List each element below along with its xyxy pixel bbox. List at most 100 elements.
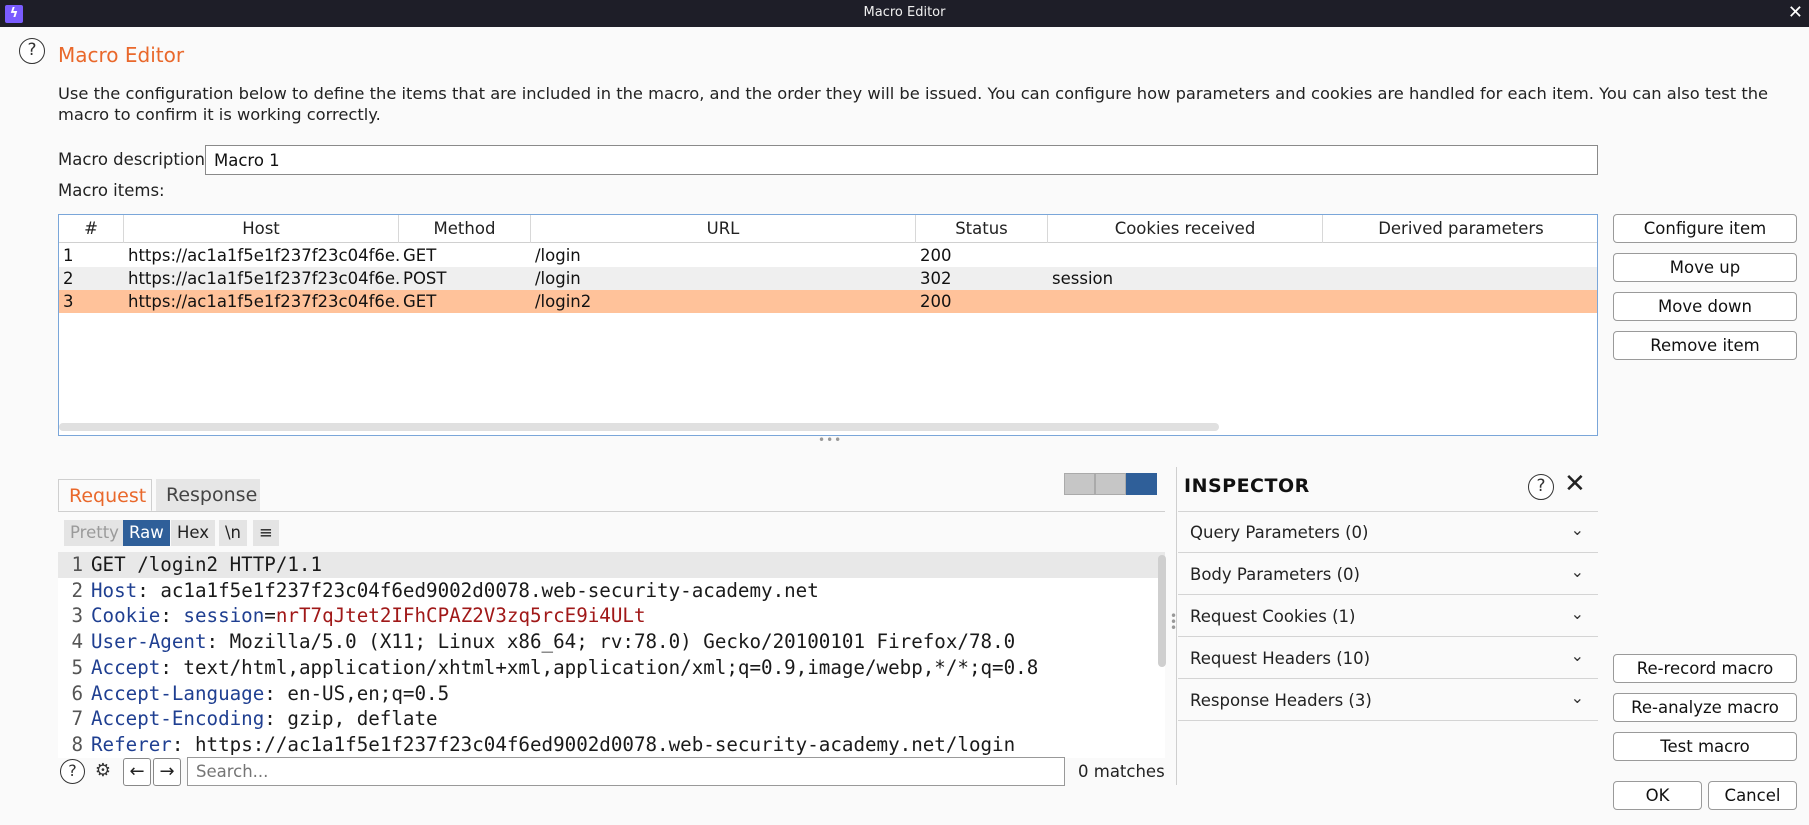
line-number: 7: [71, 707, 83, 731]
remove-item-button[interactable]: Remove item: [1613, 331, 1797, 360]
inspector-section-body-parameters[interactable]: Body Parameters (0) ⌄: [1178, 554, 1598, 595]
tab-request[interactable]: Request: [58, 479, 152, 512]
move-down-button[interactable]: Move down: [1613, 292, 1797, 321]
window-title: Macro Editor: [863, 5, 946, 20]
cell-url: /login: [535, 269, 581, 288]
header-key: Host: [91, 578, 138, 602]
editor-line: 3 Cookie: session=nrT7qJtet2IFhCPAZ2V3zq5…: [58, 603, 1165, 629]
search-input[interactable]: [187, 757, 1065, 786]
section-label: Request Cookies (1): [1190, 607, 1356, 626]
cell-cookies: [1048, 290, 1323, 313]
editor-vertical-scrollbar[interactable]: [1158, 555, 1166, 667]
move-up-button[interactable]: Move up: [1613, 253, 1797, 282]
section-label: Request Headers (10): [1190, 649, 1371, 668]
menu-icon[interactable]: ≡: [253, 520, 279, 546]
chevron-down-icon: ⌄: [1570, 646, 1584, 665]
header-key: Accept-Language: [91, 681, 265, 705]
table-row[interactable]: 2 https://ac1a1f5e1f237f23c04f6e... POST…: [59, 267, 1597, 290]
header-key: Accept-Encoding: [91, 707, 265, 731]
table-header: # Host Method URL Status Cookies receive…: [59, 215, 1597, 243]
macro-items-table[interactable]: # Host Method URL Status Cookies receive…: [58, 214, 1598, 436]
configure-item-button[interactable]: Configure item: [1613, 214, 1797, 243]
column-header-cookies-received[interactable]: Cookies received: [1048, 215, 1323, 243]
reanalyze-macro-button[interactable]: Re-analyze macro: [1613, 693, 1797, 722]
header-value: gzip, deflate: [287, 707, 438, 731]
ok-button[interactable]: OK: [1613, 781, 1702, 810]
line-number: 4: [71, 630, 83, 654]
header-key: User-Agent: [91, 630, 207, 654]
rerecord-macro-button[interactable]: Re-record macro: [1613, 654, 1797, 683]
header-value: text/html,application/xhtml+xml,applicat…: [183, 655, 1039, 679]
cell-status: 200: [920, 292, 952, 311]
tab-underline: [58, 511, 1165, 512]
header-value: Mozilla/5.0 (X11; Linux x86_64; rv:78.0)…: [229, 630, 1016, 654]
cookie-value: nrT7qJtet2IFhCPAZ2V3zq5rcE9i4ULt: [275, 604, 646, 628]
editor-line: 5 Accept: text/html,application/xhtml+xml…: [58, 655, 1165, 681]
chevron-down-icon: ⌄: [1570, 562, 1584, 581]
cell-derived: [1323, 290, 1597, 313]
help-icon[interactable]: ?: [19, 38, 45, 64]
line-number: 2: [71, 578, 83, 602]
splitter-handle[interactable]: •••: [818, 433, 842, 447]
editor-line: 7 Accept-Encoding: gzip, deflate: [58, 706, 1165, 732]
editor-line: 8 Referer: https://ac1a1f5e1f237f23c04f6e…: [58, 732, 1165, 758]
section-label: Query Parameters (0): [1190, 523, 1369, 542]
inspector-section-request-cookies[interactable]: Request Cookies (1) ⌄: [1178, 596, 1598, 637]
line-number: 5: [71, 655, 83, 679]
raw-button[interactable]: Raw: [123, 520, 170, 546]
table-row-selected[interactable]: 3 https://ac1a1f5e1f237f23c04f6e... GET …: [59, 290, 1597, 313]
cell-status: 200: [920, 246, 952, 265]
newline-toggle-button[interactable]: \n: [219, 520, 248, 546]
column-header-status[interactable]: Status: [916, 215, 1048, 243]
pretty-button[interactable]: Pretty: [64, 520, 125, 546]
inspector-resize-handle[interactable]: • • •: [1170, 610, 1177, 634]
window-close-icon[interactable]: ✕: [1788, 3, 1803, 23]
cell-number: 2: [63, 269, 74, 288]
line-number: 6: [71, 681, 83, 705]
tab-response[interactable]: Response: [156, 479, 260, 512]
inspector-close-icon[interactable]: ✕: [1564, 469, 1586, 499]
line-number: 3: [71, 604, 83, 628]
column-header-host[interactable]: Host: [124, 215, 399, 243]
header-key: Referer: [91, 732, 172, 756]
table-horizontal-scrollbar[interactable]: [59, 423, 1219, 431]
test-macro-button[interactable]: Test macro: [1613, 732, 1797, 761]
search-help-icon[interactable]: ?: [60, 759, 85, 784]
title-bar: ϟ Macro Editor ✕: [0, 0, 1809, 27]
editor-line: 1 GET /login2 HTTP/1.1: [58, 552, 1165, 578]
previous-match-arrow-icon[interactable]: ←: [123, 758, 151, 786]
inspector-section-request-headers[interactable]: Request Headers (10) ⌄: [1178, 638, 1598, 679]
split-vertical-icon[interactable]: [1095, 473, 1126, 495]
header-value: ac1a1f5e1f237f23c04f6ed9002d0078.web-sec…: [160, 578, 819, 602]
cell-method: GET: [403, 246, 437, 265]
gear-icon[interactable]: ⚙: [89, 758, 117, 786]
header-separator: :: [171, 732, 195, 756]
cell-method: GET: [403, 292, 437, 311]
chevron-down-icon: ⌄: [1570, 520, 1584, 539]
cell-derived: [1323, 244, 1597, 267]
line-number: 8: [71, 732, 83, 756]
hex-button[interactable]: Hex: [171, 520, 216, 546]
column-header-method[interactable]: Method: [399, 215, 531, 243]
search-bar: ? ⚙ ← → 0 matches: [58, 756, 1165, 788]
header-value: en-US,en;q=0.5: [287, 681, 450, 705]
next-match-arrow-icon[interactable]: →: [153, 758, 181, 786]
column-header-number[interactable]: #: [59, 215, 124, 243]
cancel-button[interactable]: Cancel: [1708, 781, 1797, 810]
cell-host: https://ac1a1f5e1f237f23c04f6e...: [128, 269, 399, 288]
table-row[interactable]: 1 https://ac1a1f5e1f237f23c04f6e... GET …: [59, 244, 1597, 267]
header-value: https://ac1a1f5e1f237f23c04f6ed9002d0078…: [194, 732, 1016, 756]
inspector-section-response-headers[interactable]: Response Headers (3) ⌄: [1178, 680, 1598, 721]
macro-description-input[interactable]: [205, 145, 1598, 175]
inspector-section-query-parameters[interactable]: Query Parameters (0) ⌄: [1178, 512, 1598, 553]
editor-line: 4 User-Agent: Mozilla/5.0 (X11; Linux x86…: [58, 629, 1165, 655]
request-editor[interactable]: 1 GET /login2 HTTP/1.1 2 Host: ac1a1f5e1f2…: [58, 552, 1165, 758]
single-pane-icon[interactable]: [1126, 473, 1157, 495]
header-separator: :: [160, 655, 184, 679]
column-header-url[interactable]: URL: [531, 215, 916, 243]
header-separator: :: [137, 578, 161, 602]
cell-host: https://ac1a1f5e1f237f23c04f6e...: [128, 292, 399, 311]
inspector-help-icon[interactable]: ?: [1528, 474, 1554, 500]
split-horizontal-icon[interactable]: [1064, 473, 1095, 495]
column-header-derived-parameters[interactable]: Derived parameters: [1323, 215, 1597, 243]
